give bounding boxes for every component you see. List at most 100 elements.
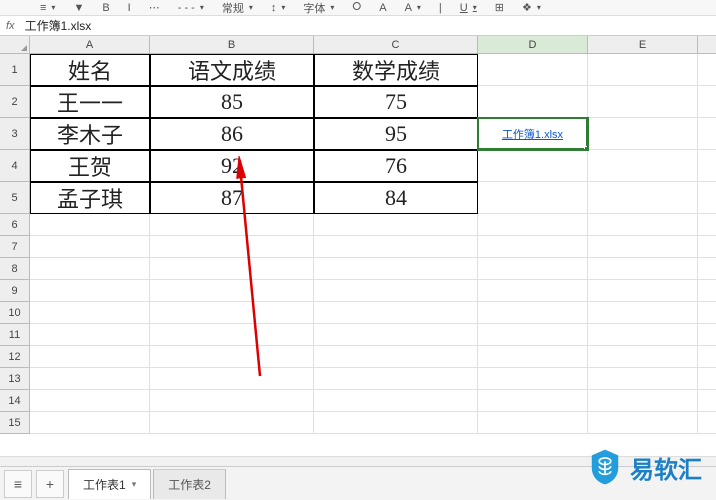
cell-F14[interactable]: [698, 390, 716, 412]
sheet-tab-1[interactable]: 工作表1▾: [68, 469, 151, 499]
toolbar-item-4[interactable]: ⋯: [149, 1, 160, 14]
cell-B9[interactable]: [150, 280, 314, 302]
row-header-8[interactable]: 8: [0, 258, 30, 280]
cell-F8[interactable]: [698, 258, 716, 280]
toolbar-item-14[interactable]: ⊞: [495, 1, 504, 14]
cell-B4[interactable]: 92: [150, 150, 314, 182]
cell-A4[interactable]: 王贺: [30, 150, 150, 182]
cell-B1[interactable]: 语文成绩: [150, 54, 314, 86]
cell-F13[interactable]: [698, 368, 716, 390]
cell-C1[interactable]: 数学成绩: [314, 54, 478, 86]
cell-A13[interactable]: [30, 368, 150, 390]
cell-F1[interactable]: [698, 54, 716, 86]
toolbar-item-1[interactable]: ▼: [73, 2, 84, 14]
cell-C3[interactable]: 95: [314, 118, 478, 150]
cell-E4[interactable]: [588, 150, 698, 182]
cell-A6[interactable]: [30, 214, 150, 236]
row-header-6[interactable]: 6: [0, 214, 30, 236]
cell-A9[interactable]: [30, 280, 150, 302]
sheet-tab-2[interactable]: 工作表2: [153, 469, 226, 499]
cell-C10[interactable]: [314, 302, 478, 324]
cell-A11[interactable]: [30, 324, 150, 346]
row-header-7[interactable]: 7: [0, 236, 30, 258]
cell-D11[interactable]: [478, 324, 588, 346]
toolbar-item-11[interactable]: A▾: [405, 2, 421, 14]
cell-F3[interactable]: [698, 118, 716, 150]
cell-E2[interactable]: [588, 86, 698, 118]
cell-C12[interactable]: [314, 346, 478, 368]
cell-D15[interactable]: [478, 412, 588, 434]
hyperlink-cell[interactable]: 工作簿1.xlsx: [502, 126, 563, 142]
cell-A3[interactable]: 李木子: [30, 118, 150, 150]
cell-D4[interactable]: [478, 150, 588, 182]
add-sheet-button[interactable]: +: [36, 470, 64, 498]
cell-C2[interactable]: 75: [314, 86, 478, 118]
cell-B2[interactable]: 85: [150, 86, 314, 118]
spreadsheet-grid[interactable]: ABCDEF 123456789101112131415 姓名语文成绩数学成绩王…: [0, 36, 716, 466]
cell-B13[interactable]: [150, 368, 314, 390]
cell-E3[interactable]: [588, 118, 698, 150]
cell-C5[interactable]: 84: [314, 182, 478, 214]
cell-F5[interactable]: [698, 182, 716, 214]
column-header-A[interactable]: A: [30, 36, 150, 54]
cell-F11[interactable]: [698, 324, 716, 346]
cell-E8[interactable]: [588, 258, 698, 280]
toolbar-item-9[interactable]: ⭘: [352, 1, 361, 14]
cell-D12[interactable]: [478, 346, 588, 368]
cell-E5[interactable]: [588, 182, 698, 214]
cell-B10[interactable]: [150, 302, 314, 324]
cell-C9[interactable]: [314, 280, 478, 302]
column-header-E[interactable]: E: [588, 36, 698, 54]
cell-F12[interactable]: [698, 346, 716, 368]
cell-D14[interactable]: [478, 390, 588, 412]
cell-F10[interactable]: [698, 302, 716, 324]
cell-C15[interactable]: [314, 412, 478, 434]
cell-C6[interactable]: [314, 214, 478, 236]
cell-B6[interactable]: [150, 214, 314, 236]
row-header-5[interactable]: 5: [0, 182, 30, 214]
row-header-14[interactable]: 14: [0, 390, 30, 412]
column-header-C[interactable]: C: [314, 36, 478, 54]
cell-E10[interactable]: [588, 302, 698, 324]
cell-F6[interactable]: [698, 214, 716, 236]
column-header-F[interactable]: F: [698, 36, 716, 54]
cell-B12[interactable]: [150, 346, 314, 368]
select-all-corner[interactable]: [0, 36, 30, 54]
cell-E11[interactable]: [588, 324, 698, 346]
cell-D3[interactable]: 工作簿1.xlsx: [478, 118, 588, 150]
cell-C11[interactable]: [314, 324, 478, 346]
toolbar-item-10[interactable]: A: [379, 2, 386, 14]
row-header-3[interactable]: 3: [0, 118, 30, 150]
cell-A10[interactable]: [30, 302, 150, 324]
cell-A7[interactable]: [30, 236, 150, 258]
cell-F15[interactable]: [698, 412, 716, 434]
cell-E13[interactable]: [588, 368, 698, 390]
toolbar-item-0[interactable]: ≡▾: [40, 2, 55, 14]
cell-D9[interactable]: [478, 280, 588, 302]
toolbar-item-8[interactable]: 字体▾: [303, 0, 334, 16]
cell-D1[interactable]: [478, 54, 588, 86]
cell-A1[interactable]: 姓名: [30, 54, 150, 86]
cell-B5[interactable]: 87: [150, 182, 314, 214]
cell-A12[interactable]: [30, 346, 150, 368]
cell-B11[interactable]: [150, 324, 314, 346]
cell-E9[interactable]: [588, 280, 698, 302]
cell-D7[interactable]: [478, 236, 588, 258]
cell-F9[interactable]: [698, 280, 716, 302]
toolbar-item-3[interactable]: I: [128, 2, 131, 14]
toolbar-item-5[interactable]: - - -▾: [178, 2, 204, 14]
cell-B8[interactable]: [150, 258, 314, 280]
toolbar-item-6[interactable]: 常规▾: [222, 0, 253, 16]
cell-D10[interactable]: [478, 302, 588, 324]
cell-A15[interactable]: [30, 412, 150, 434]
sheet-list-button[interactable]: ≡: [4, 470, 32, 498]
cell-E15[interactable]: [588, 412, 698, 434]
row-header-15[interactable]: 15: [0, 412, 30, 434]
cell-E7[interactable]: [588, 236, 698, 258]
cell-F4[interactable]: [698, 150, 716, 182]
row-header-10[interactable]: 10: [0, 302, 30, 324]
row-header-12[interactable]: 12: [0, 346, 30, 368]
toolbar-item-7[interactable]: ↕▾: [271, 2, 286, 14]
cell-C8[interactable]: [314, 258, 478, 280]
column-header-D[interactable]: D: [478, 36, 588, 54]
